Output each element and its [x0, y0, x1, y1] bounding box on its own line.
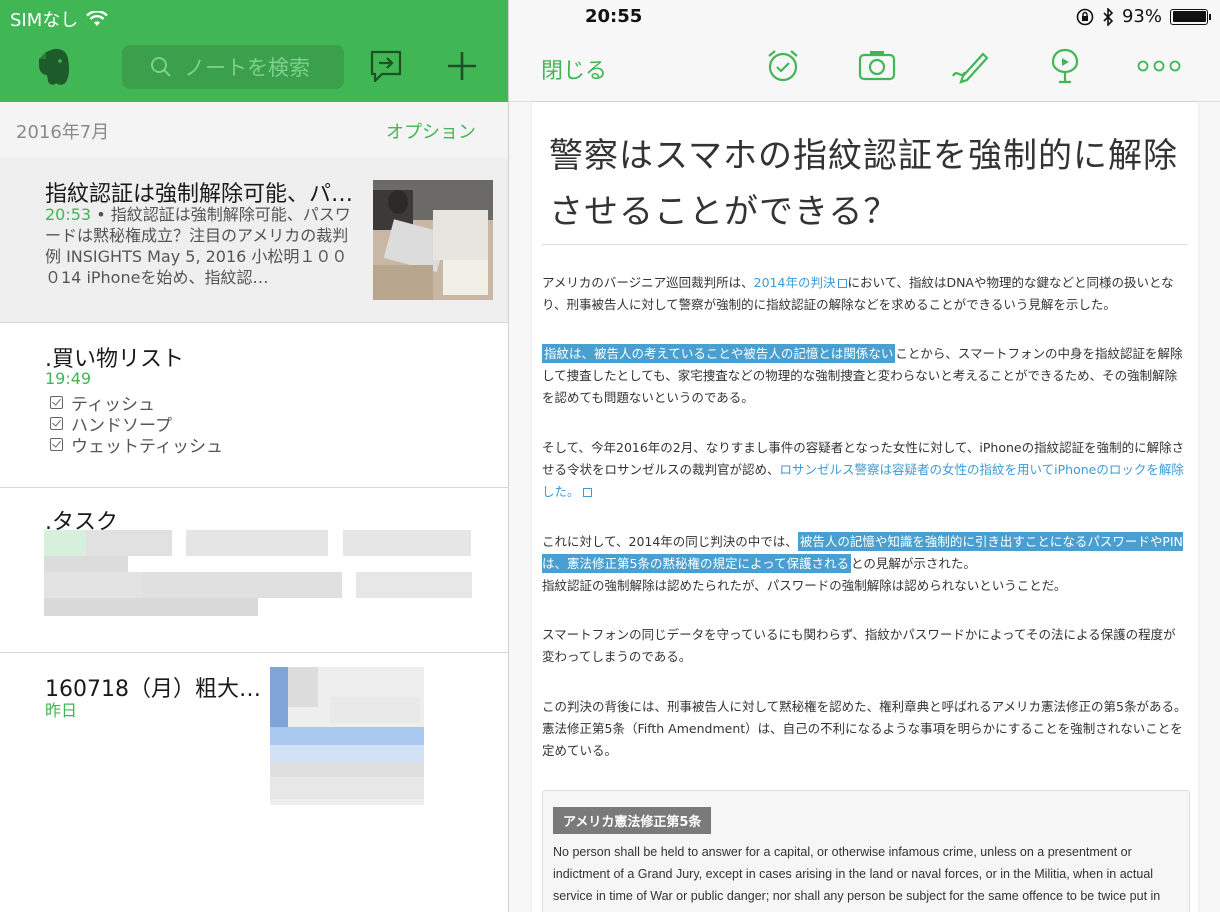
article-title: 警察はスマホの指紋認証を強制的に解除させることができる？	[549, 136, 1178, 232]
note-title: 160718（月）粗大…	[45, 677, 261, 702]
camera-icon[interactable]	[857, 46, 897, 86]
search-placeholder: ノートを検索	[184, 56, 310, 80]
evernote-logo-icon[interactable]	[36, 47, 74, 87]
checkbox-icon	[50, 438, 63, 451]
app-window: SIMなし ノートを検索 2016年7月 オプション 指紋認証は強制解除可能、パ…	[0, 0, 1220, 912]
paragraph: スマートフォンの同じデータを守っているにも関わらず、指紋かパスワードかによってそ…	[542, 627, 1176, 664]
note-detail-pane: 20:55 93% 閉じる 警察はスマホの指紋認証を強制的に解除させることができ…	[508, 0, 1220, 912]
status-bar-left: SIMなし	[10, 6, 109, 32]
month-label: 2016年7月	[16, 122, 110, 143]
paragraph: 指紋は、被告人の考えていることや被告人の記憶とは関係ない ことから、スマートフォン…	[542, 344, 1183, 405]
title-divider	[542, 244, 1188, 245]
external-link-icon	[838, 279, 848, 288]
new-note-plus-icon[interactable]	[444, 48, 480, 84]
reminder-alarm-icon[interactable]	[763, 46, 803, 86]
carrier-label: SIMなし	[10, 10, 79, 31]
paragraph: この判決の背後には、刑事被告人に対して黙秘権を認めた、権利章典と呼ばれるアメリカ…	[542, 699, 1187, 758]
search-icon	[151, 57, 171, 77]
highlighted-text: 指紋は、被告人の考えていることや被告人の記憶とは関係ない	[542, 344, 896, 363]
paragraph: これに対して、2014年の同じ判決の中では、 被告人の記憶や知識を強制的に引き出す…	[542, 532, 1183, 593]
quote-box-title: アメリカ憲法修正第5条	[553, 807, 712, 834]
search-field[interactable]: ノートを検索	[122, 45, 344, 89]
note-content: 警察はスマホの指紋認証を強制的に解除させることができる？ アメリカのバージニア巡…	[532, 102, 1198, 912]
handwriting-pen-icon[interactable]	[949, 46, 989, 86]
note-item-tasks[interactable]: .タスク	[0, 488, 508, 653]
note-snippet: 20:53 • 指紋認証は強制解除可能、パスワードは黙秘権成立？注目のアメリカの…	[45, 205, 351, 287]
more-options-icon[interactable]	[1137, 46, 1181, 86]
quote-box: アメリカ憲法修正第5条 No person shall be held to a…	[542, 790, 1190, 912]
paragraph: そして、今年2016年の2月、なりすまし事件の容疑者となった女性に対して、iPh…	[542, 440, 1185, 499]
battery-icon	[1170, 8, 1211, 25]
paragraph: アメリカのバージニア巡回裁判所は、2014年の判決 において、指紋はDNAや物理的…	[542, 275, 1174, 312]
battery-percent: 93%	[1121, 6, 1162, 27]
wifi-icon	[86, 11, 109, 26]
note-list-pane: SIMなし ノートを検索 2016年7月 オプション 指紋認証は強制解除可能、パ…	[0, 0, 508, 912]
note-time: 20:53	[45, 205, 92, 224]
ruling-link[interactable]: 2014年の判決	[754, 275, 836, 290]
close-button[interactable]: 閉じる	[541, 53, 607, 85]
checkbox-icon	[50, 396, 63, 409]
note-time: 19:49	[45, 369, 92, 388]
note-item-shopping-list[interactable]: .買い物リスト 19:49 ティッシュ ハンドソープ ウェットティッシュ	[0, 323, 508, 488]
options-button[interactable]: オプション	[386, 118, 476, 144]
note-thumbnail-image	[373, 180, 493, 300]
note-snippet-text: 指紋認証は強制解除可能、パスワードは黙秘権成立？注目のアメリカの裁判例 INSI…	[45, 205, 351, 287]
work-chat-icon[interactable]	[368, 48, 404, 84]
list-header-bar: SIMなし ノートを検索	[0, 0, 508, 102]
status-bar-right: 93%	[1076, 6, 1211, 27]
note-item-fingerprint[interactable]: 指紋認証は強制解除可能、パ… 20:53 • 指紋認証は強制解除可能、パスワード…	[0, 158, 508, 323]
status-time: 20:55	[585, 6, 643, 27]
external-link-icon	[582, 488, 592, 497]
note-thumbnail-image	[270, 667, 424, 805]
note-item-bulky-waste[interactable]: 160718（月）粗大… 昨日	[0, 653, 508, 823]
checklist-item: ウェットティッシュ	[50, 432, 223, 457]
bluetooth-icon	[1103, 7, 1114, 26]
presentation-mode-icon[interactable]	[1045, 46, 1085, 86]
note-time: 昨日	[45, 701, 78, 720]
checkbox-icon	[50, 417, 63, 430]
checklist-item-label: ウェットティッシュ	[71, 437, 223, 457]
rotation-lock-icon	[1076, 8, 1094, 25]
quote-box-text: No person shall be held to answer for a …	[553, 845, 1161, 903]
